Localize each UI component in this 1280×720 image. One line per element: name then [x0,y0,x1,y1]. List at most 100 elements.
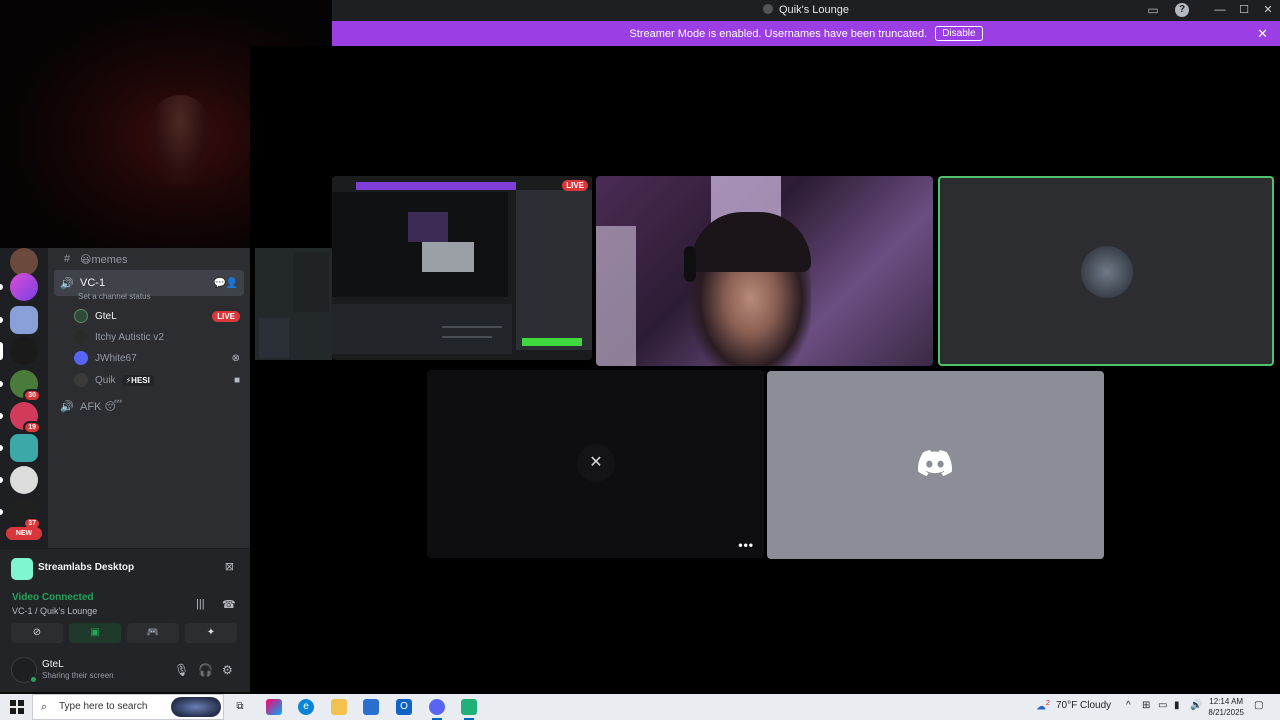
share-screen-button[interactable]: ▣ [69,623,121,643]
voice-channel-icon: 🔊 [60,400,74,413]
stream-preview-panel [255,248,332,360]
outlook-icon[interactable]: O [396,699,412,715]
voice-member[interactable]: JWhite67 ⊗ [74,348,240,368]
help-icon[interactable]: ? [1175,3,1189,17]
webcam-video-tile[interactable] [596,176,933,366]
soundboard-button[interactable]: ✦ [185,623,237,643]
window-title-text: Quik's Lounge [779,4,849,16]
windows-start-button[interactable] [10,700,24,714]
headphones-icon[interactable]: 🎧 [198,663,213,677]
server-icon[interactable] [0,466,38,494]
server-icon[interactable] [0,434,38,462]
minimize-button[interactable]: — [1208,0,1232,21]
video-camera-icon: ■ [233,374,240,386]
avatar[interactable] [11,657,38,684]
voice-channel-icon: 🔊 [60,277,74,290]
username[interactable]: GteL [42,659,64,670]
user-panel: GteL Sharing their screen 🎙 🎧 ⚙ [0,650,250,692]
server-logo-icon [763,4,773,14]
member-name: GteL [95,310,117,322]
screen-share-tile[interactable]: LIVE [332,176,592,360]
more-options-icon[interactable]: ••• [738,538,754,552]
title-bar: Quik's Lounge ▭ ? — ☐ ✕ [332,0,1280,21]
server-icon[interactable]: 19 [0,402,41,434]
obs-banner [356,182,516,190]
battery-icon[interactable]: ▮ [1174,700,1180,711]
speaking-participant-tile[interactable] [938,176,1274,366]
activity-panel[interactable]: Streamlabs Desktop ⊠ [0,548,250,586]
channel-status[interactable]: Set a channel status [78,292,151,301]
obs-webcam-source [408,212,448,242]
disable-streamer-mode-button[interactable]: Disable [935,26,983,41]
server-icon[interactable]: 30 [0,370,41,402]
voice-connection-panel: Video Connected VC-1 / Quik's Lounge |||… [0,586,250,650]
store-icon[interactable] [363,699,379,715]
weather-alert-badge: 2 [1046,700,1050,707]
obs-sidebar [516,190,592,350]
settings-gear-icon[interactable]: ⚙ [222,663,233,677]
chat-icon[interactable]: 💬 [214,278,226,289]
obs-scene-source [422,242,474,272]
obs-preview [293,252,329,312]
server-icon[interactable] [10,248,38,276]
tray-overflow-icon[interactable]: ^ [1126,700,1131,711]
streamlabs-icon [11,558,33,580]
voice-member[interactable]: Quik ⚡HESI ■ [74,370,240,390]
system-clock[interactable]: 12:14 AM 8/21/2025 [1208,696,1244,718]
weather-text[interactable]: 70°F Cloudy [1056,700,1111,711]
connected-channel[interactable]: VC-1 / Quik's Lounge [12,606,97,616]
channel-memes[interactable]: # 😃memes [54,248,244,270]
notification-icon[interactable]: ▢ [1254,700,1263,711]
channel-afk[interactable]: 🔊 AFK 😴 [54,395,244,417]
discord-placeholder-tile[interactable] [767,371,1104,559]
live-badge: LIVE [212,310,240,322]
search-icon: ⌕ [41,701,48,713]
tray-app-icon[interactable]: ⊞ [1142,700,1150,711]
close-banner-icon[interactable]: ✕ [1257,26,1268,42]
obs-audio-meter [442,326,502,328]
task-view-icon[interactable]: ⧉ [232,699,248,715]
server-unread-pill [0,381,3,387]
banner-text: Streamer Mode is enabled. Usernames have… [629,27,928,40]
dismiss-activity-icon[interactable]: ⊠ [225,560,234,573]
user-status: Sharing their screen [42,671,114,680]
close-window-button[interactable]: ✕ [1256,0,1280,21]
microphone-icon[interactable]: 🎙 [174,663,189,677]
avatar [74,351,88,365]
disconnect-icon[interactable]: ☎ [222,598,236,611]
participant-tile[interactable]: ✕ ••• [427,370,764,558]
streamlabs-taskbar-icon[interactable] [461,699,477,720]
discord-taskbar-icon[interactable] [429,699,445,720]
volume-icon[interactable]: 🔊 [1190,700,1202,711]
live-badge: LIVE [562,180,588,191]
participant-avatar: ✕ [577,444,615,482]
weather-icon[interactable]: ☁2 [1036,700,1050,712]
activities-button[interactable]: 🎮 [127,623,179,643]
voice-member[interactable]: GteL LIVE [74,306,240,326]
member-name: Quik [95,374,116,386]
noise-suppression-icon[interactable]: ||| [196,598,205,610]
server-icon[interactable]: 37 [0,498,41,530]
mention-badge: 30 [23,389,41,402]
server-icon-selected[interactable] [0,337,38,365]
edge-icon[interactable]: e [298,699,314,715]
server-selected-pill [0,342,3,360]
invite-icon[interactable]: 👤 [226,278,238,289]
file-explorer-icon[interactable] [331,699,347,715]
inbox-icon[interactable]: ▭ [1146,3,1160,17]
copilot-icon[interactable] [266,699,282,715]
obs-mixer [332,304,512,354]
camera-toggle-button[interactable]: ⊘ [11,623,63,643]
avatar [74,330,88,344]
server-unread-pill [0,317,3,323]
connection-status[interactable]: Video Connected [12,592,94,603]
text-channel-icon: # [63,253,71,265]
network-icon[interactable]: ▭ [1158,700,1167,711]
obs-go-live-button [522,338,582,346]
server-icon[interactable] [0,273,38,301]
taskbar-search[interactable]: ⌕ Type here to search [32,694,224,720]
server-icon[interactable] [0,306,38,334]
maximize-button[interactable]: ☐ [1232,0,1256,21]
voice-member[interactable]: Itchy Autistic v2 [74,327,240,347]
new-badge: NEW [6,527,42,540]
